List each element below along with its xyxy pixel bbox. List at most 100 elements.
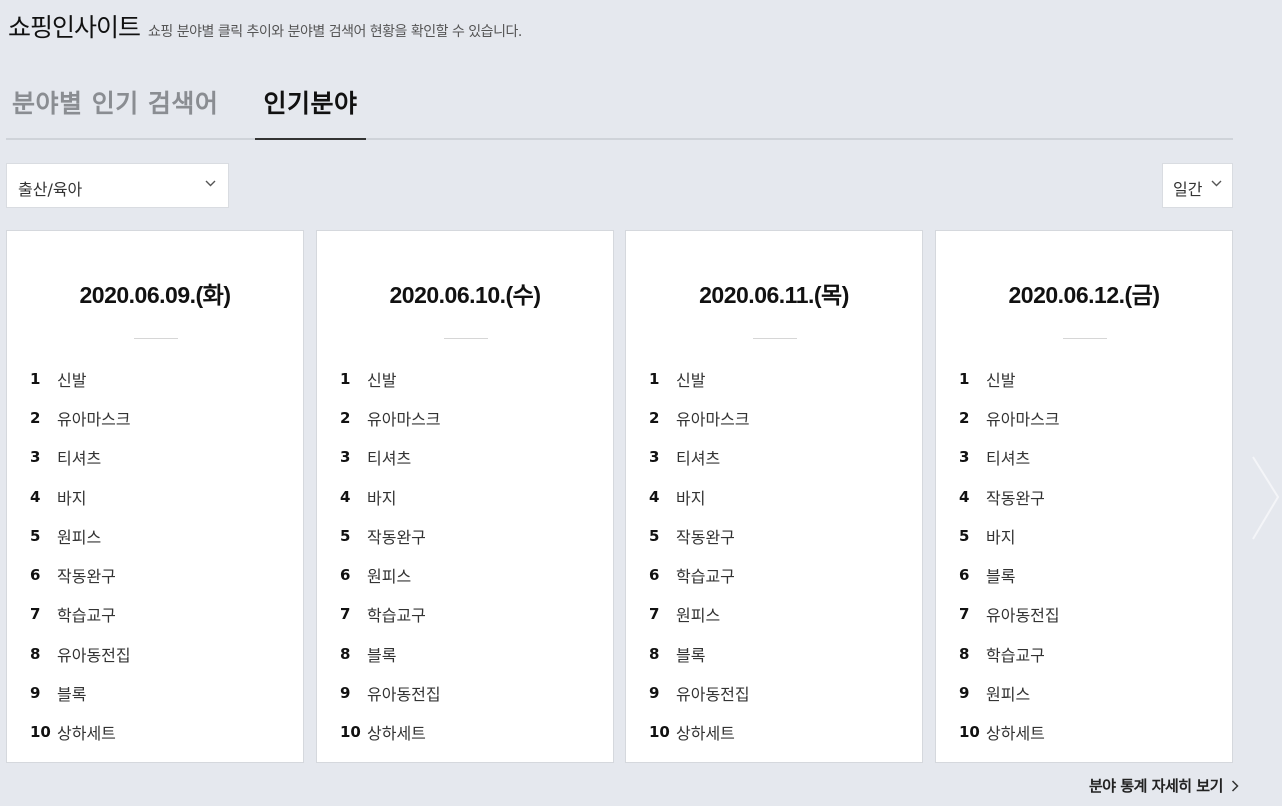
keyword-label: 학습교구 — [676, 567, 735, 587]
ranking-item[interactable]: 5 원피스 — [30, 516, 290, 555]
ranking-item[interactable]: 10 상하세트 — [649, 713, 909, 752]
rank-number: 6 — [959, 566, 970, 585]
category-select-value: 출산/육아 — [18, 180, 83, 199]
tab-bar: 분야별 인기 검색어 인기분야 — [6, 76, 1233, 140]
more-link-label: 분야 통계 자세히 보기 — [1089, 777, 1223, 795]
card-date: 2020.06.12.(금) — [1008, 282, 1160, 308]
category-select[interactable]: 출산/육아 — [6, 163, 229, 208]
day-card: 2020.06.10.(수) 1 신발 2 유아마스크 3 티셔츠 4 바지 5 작동완구… — [316, 230, 614, 763]
tab-category-keywords[interactable]: 분야별 인기 검색어 — [12, 84, 218, 120]
ranking-item[interactable]: 4 바지 — [649, 477, 909, 516]
ranking-item[interactable]: 8 유아동전집 — [30, 634, 290, 673]
ranking-item[interactable]: 3 티셔츠 — [649, 438, 909, 477]
ranking-item[interactable]: 5 바지 — [959, 516, 1219, 555]
keyword-label: 유아마스크 — [986, 409, 1060, 429]
rank-number: 10 — [649, 723, 670, 742]
ranking-item[interactable]: 5 작동완구 — [340, 516, 600, 555]
keyword-label: 원피스 — [367, 567, 412, 587]
rank-number: 4 — [959, 487, 970, 506]
ranking-item[interactable]: 5 작동완구 — [649, 516, 909, 555]
ranking-item[interactable]: 7 학습교구 — [30, 595, 290, 634]
ranking-item[interactable]: 9 유아동전집 — [649, 673, 909, 712]
ranking-item[interactable]: 4 바지 — [30, 477, 290, 516]
ranking-item[interactable]: 6 학습교구 — [649, 555, 909, 594]
keyword-label: 신발 — [367, 370, 397, 390]
ranking-list: 1 신발 2 유아마스크 3 티셔츠 4 바지 5 작동완구 6 원피스 7 학습교구 8 블록… — [340, 359, 600, 752]
category-stats-link[interactable]: 분야 통계 자세히 보기 — [1089, 775, 1239, 796]
ranking-item[interactable]: 7 학습교구 — [340, 595, 600, 634]
page-title: 쇼핑인사이트 — [8, 13, 141, 42]
keyword-label: 작동완구 — [367, 527, 426, 547]
keyword-label: 신발 — [986, 370, 1016, 390]
rank-number: 5 — [959, 526, 970, 545]
keyword-label: 티셔츠 — [986, 449, 1031, 469]
keyword-label: 티셔츠 — [57, 449, 102, 469]
ranking-item[interactable]: 10 상하세트 — [959, 713, 1219, 752]
rank-number: 8 — [340, 644, 351, 663]
rank-number: 10 — [959, 723, 980, 742]
rank-number: 1 — [649, 369, 660, 388]
period-select-value: 일간 — [1173, 180, 1203, 199]
ranking-item[interactable]: 1 신발 — [30, 359, 290, 398]
keyword-label: 블록 — [986, 567, 1016, 587]
ranking-item[interactable]: 4 작동완구 — [959, 477, 1219, 516]
period-select[interactable]: 일간 — [1162, 163, 1233, 208]
card-date: 2020.06.09.(화) — [79, 282, 231, 308]
keyword-label: 작동완구 — [676, 527, 735, 547]
tab-popular-categories[interactable]: 인기분야 — [255, 84, 366, 140]
rank-number: 6 — [649, 566, 660, 585]
keyword-label: 유아동전집 — [367, 685, 441, 705]
rank-number: 6 — [340, 566, 351, 585]
ranking-item[interactable]: 7 유아동전집 — [959, 595, 1219, 634]
rank-number: 4 — [30, 487, 41, 506]
ranking-item[interactable]: 7 원피스 — [649, 595, 909, 634]
ranking-item[interactable]: 3 티셔츠 — [30, 438, 290, 477]
ranking-item[interactable]: 6 블록 — [959, 555, 1219, 594]
page-description: 쇼핑 분야별 클릭 추이와 분야별 검색어 현황을 확인할 수 있습니다. — [148, 24, 522, 40]
ranking-item[interactable]: 2 유아마스크 — [959, 398, 1219, 437]
ranking-item[interactable]: 10 상하세트 — [30, 713, 290, 752]
rank-number: 3 — [340, 448, 351, 467]
day-card: 2020.06.12.(금) 1 신발 2 유아마스크 3 티셔츠 4 작동완구 5 바지… — [935, 230, 1233, 763]
keyword-label: 원피스 — [57, 527, 102, 547]
keyword-label: 신발 — [676, 370, 706, 390]
ranking-item[interactable]: 9 블록 — [30, 673, 290, 712]
keyword-label: 신발 — [57, 370, 87, 390]
rank-number: 1 — [959, 369, 970, 388]
rank-number: 1 — [340, 369, 351, 388]
ranking-item[interactable]: 4 바지 — [340, 477, 600, 516]
ranking-item[interactable]: 8 학습교구 — [959, 634, 1219, 673]
rank-number: 4 — [340, 487, 351, 506]
ranking-item[interactable]: 9 원피스 — [959, 673, 1219, 712]
ranking-item[interactable]: 9 유아동전집 — [340, 673, 600, 712]
ranking-item[interactable]: 6 원피스 — [340, 555, 600, 594]
rank-number: 8 — [959, 644, 970, 663]
keyword-label: 바지 — [676, 488, 706, 508]
ranking-item[interactable]: 1 신발 — [959, 359, 1219, 398]
ranking-list: 1 신발 2 유아마스크 3 티셔츠 4 바지 5 작동완구 6 학습교구 7 원피스 8 블록… — [649, 359, 909, 752]
keyword-label: 상하세트 — [367, 724, 426, 744]
ranking-item[interactable]: 2 유아마스크 — [649, 398, 909, 437]
ranking-item[interactable]: 8 블록 — [649, 634, 909, 673]
rank-number: 3 — [649, 448, 660, 467]
rank-number: 7 — [30, 605, 41, 624]
card-date: 2020.06.11.(목) — [699, 282, 849, 308]
keyword-label: 바지 — [986, 527, 1016, 547]
next-page-arrow-icon[interactable] — [1250, 455, 1280, 545]
ranking-item[interactable]: 2 유아마스크 — [340, 398, 600, 437]
keyword-label: 티셔츠 — [676, 449, 721, 469]
rank-number: 2 — [959, 408, 970, 427]
ranking-item[interactable]: 1 신발 — [649, 359, 909, 398]
ranking-item[interactable]: 6 작동완구 — [30, 555, 290, 594]
ranking-item[interactable]: 8 블록 — [340, 634, 600, 673]
keyword-label: 상하세트 — [986, 724, 1045, 744]
keyword-label: 유아마스크 — [57, 409, 131, 429]
rank-number: 10 — [340, 723, 361, 742]
ranking-item[interactable]: 2 유아마스크 — [30, 398, 290, 437]
ranking-item[interactable]: 10 상하세트 — [340, 713, 600, 752]
rank-number: 4 — [649, 487, 660, 506]
rank-number: 3 — [30, 448, 41, 467]
ranking-item[interactable]: 3 티셔츠 — [340, 438, 600, 477]
ranking-item[interactable]: 3 티셔츠 — [959, 438, 1219, 477]
ranking-item[interactable]: 1 신발 — [340, 359, 600, 398]
